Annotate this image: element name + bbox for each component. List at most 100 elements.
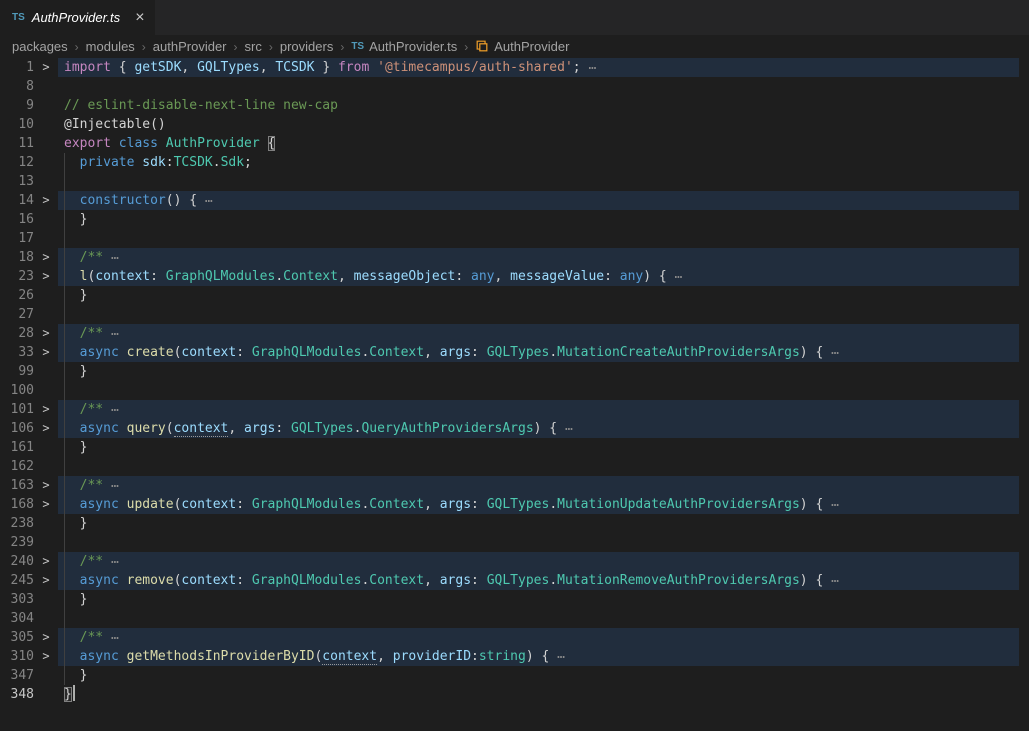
code-line-content[interactable]: async update(context: GraphQLModules.Con… bbox=[58, 495, 1019, 514]
breadcrumb-item-authprovider-ts[interactable]: TSAuthProvider.ts bbox=[351, 39, 457, 54]
code-line-content[interactable]: /** … bbox=[58, 324, 1019, 343]
editor-line[interactable]: 168> async update(context: GraphQLModule… bbox=[0, 495, 1029, 514]
code-line-content[interactable]: import { getSDK, GQLTypes, TCSDK } from … bbox=[58, 58, 1019, 77]
code-line-content[interactable]: async remove(context: GraphQLModules.Con… bbox=[58, 571, 1019, 590]
code-line-content[interactable] bbox=[58, 609, 1019, 628]
code-line-content[interactable]: async getMethodsInProviderByID(context, … bbox=[58, 647, 1019, 666]
code-line-content[interactable]: async create(context: GraphQLModules.Con… bbox=[58, 343, 1019, 362]
editor-line[interactable]: 245> async remove(context: GraphQLModule… bbox=[0, 571, 1029, 590]
editor-line[interactable]: 26 } bbox=[0, 286, 1029, 305]
fold-chevron-icon[interactable]: > bbox=[34, 571, 58, 590]
editor-line[interactable]: 33> async create(context: GraphQLModules… bbox=[0, 343, 1029, 362]
fold-chevron-icon[interactable]: > bbox=[34, 628, 58, 647]
fold-chevron-icon[interactable]: > bbox=[34, 267, 58, 286]
editor-line[interactable]: 13 bbox=[0, 172, 1029, 191]
code-line-content[interactable]: /** … bbox=[58, 248, 1019, 267]
fold-chevron-icon[interactable]: > bbox=[34, 343, 58, 362]
code-line-content[interactable]: l(context: GraphQLModules.Context, messa… bbox=[58, 267, 1019, 286]
editor-line[interactable]: 1>import { getSDK, GQLTypes, TCSDK } fro… bbox=[0, 58, 1029, 77]
code-line-content[interactable]: // eslint-disable-next-line new-cap bbox=[58, 96, 1019, 115]
code-line-content[interactable]: } bbox=[58, 210, 1019, 229]
line-number: 13 bbox=[0, 172, 34, 191]
code-line-content[interactable]: } bbox=[58, 438, 1019, 457]
code-line-content[interactable] bbox=[58, 77, 1019, 96]
editor-line[interactable]: 239 bbox=[0, 533, 1029, 552]
code-line-content[interactable] bbox=[58, 305, 1019, 324]
code-line-content[interactable]: async query(context, args: GQLTypes.Quer… bbox=[58, 419, 1019, 438]
editor-line[interactable]: 304 bbox=[0, 609, 1029, 628]
close-icon[interactable]: × bbox=[135, 10, 144, 26]
code-line-content[interactable]: export class AuthProvider { bbox=[58, 134, 1019, 153]
breadcrumb-item-providers[interactable]: providers bbox=[280, 39, 333, 54]
editor-line[interactable]: 17 bbox=[0, 229, 1029, 248]
editor-line[interactable]: 11export class AuthProvider { bbox=[0, 134, 1029, 153]
code-token: … bbox=[111, 552, 120, 567]
editor-line[interactable]: 12 private sdk:TCSDK.Sdk; bbox=[0, 153, 1029, 172]
code-line-content[interactable]: } bbox=[58, 685, 1019, 704]
fold-chevron-icon[interactable]: > bbox=[34, 248, 58, 267]
breadcrumb-item-modules[interactable]: modules bbox=[86, 39, 135, 54]
editor-line[interactable]: 305> /** … bbox=[0, 628, 1029, 647]
editor-line[interactable]: 100 bbox=[0, 381, 1029, 400]
editor-line[interactable]: 101> /** … bbox=[0, 400, 1029, 419]
tab-authprovider[interactable]: TS AuthProvider.ts × bbox=[0, 0, 155, 35]
fold-chevron-icon[interactable]: > bbox=[34, 400, 58, 419]
fold-chevron-icon[interactable]: > bbox=[34, 58, 58, 77]
fold-chevron-icon[interactable]: > bbox=[34, 419, 58, 438]
fold-chevron-icon[interactable]: > bbox=[34, 191, 58, 210]
editor-line[interactable]: 23> l(context: GraphQLModules.Context, m… bbox=[0, 267, 1029, 286]
editor-line[interactable]: 238 } bbox=[0, 514, 1029, 533]
fold-chevron-icon[interactable]: > bbox=[34, 495, 58, 514]
editor-line[interactable]: 106> async query(context, args: GQLTypes… bbox=[0, 419, 1029, 438]
editor-line[interactable]: 8 bbox=[0, 77, 1029, 96]
code-line-content[interactable]: /** … bbox=[58, 628, 1019, 647]
editor-line[interactable]: 14> constructor() { … bbox=[0, 191, 1029, 210]
code-line-content[interactable]: /** … bbox=[58, 552, 1019, 571]
editor-line[interactable]: 163> /** … bbox=[0, 476, 1029, 495]
fold-chevron-icon[interactable]: > bbox=[34, 647, 58, 666]
code-line-content[interactable]: } bbox=[58, 666, 1019, 685]
editor-line[interactable]: 303 } bbox=[0, 590, 1029, 609]
fold-chevron-icon[interactable]: > bbox=[34, 476, 58, 495]
code-line-content[interactable]: /** … bbox=[58, 400, 1019, 419]
editor-line[interactable]: 162 bbox=[0, 457, 1029, 476]
code-line-content[interactable]: private sdk:TCSDK.Sdk; bbox=[58, 153, 1019, 172]
code-line-content[interactable]: } bbox=[58, 286, 1019, 305]
code-line-content[interactable] bbox=[58, 457, 1019, 476]
editor-line[interactable]: 16 } bbox=[0, 210, 1029, 229]
editor-line[interactable]: 310> async getMethodsInProviderByID(cont… bbox=[0, 647, 1029, 666]
breadcrumb-item-authprovider[interactable]: AuthProvider bbox=[475, 39, 569, 54]
editor-line[interactable]: 240> /** … bbox=[0, 552, 1029, 571]
code-token: context bbox=[95, 269, 150, 284]
editor-line[interactable]: 348} bbox=[0, 685, 1029, 704]
line-number: 10 bbox=[0, 115, 34, 134]
editor-line[interactable]: 9// eslint-disable-next-line new-cap bbox=[0, 96, 1029, 115]
code-token bbox=[64, 573, 80, 588]
code-line-content[interactable]: constructor() { … bbox=[58, 191, 1019, 210]
editor-line[interactable]: 10 @Injectable() bbox=[0, 115, 1029, 134]
code-line-content[interactable] bbox=[58, 229, 1019, 248]
code-line-content[interactable] bbox=[58, 172, 1019, 191]
code-line-content[interactable] bbox=[58, 381, 1019, 400]
fold-chevron-icon[interactable]: > bbox=[34, 552, 58, 571]
editor-line[interactable]: 18> /** … bbox=[0, 248, 1029, 267]
code-line-content[interactable] bbox=[58, 533, 1019, 552]
editor-line[interactable]: 99 } bbox=[0, 362, 1029, 381]
editor-line[interactable]: 161 } bbox=[0, 438, 1029, 457]
code-line-content[interactable]: } bbox=[58, 362, 1019, 381]
code-line-content[interactable]: } bbox=[58, 514, 1019, 533]
code-token: } bbox=[64, 440, 87, 455]
editor-line[interactable]: 347 } bbox=[0, 666, 1029, 685]
code-line-content[interactable]: } bbox=[58, 590, 1019, 609]
editor-line[interactable]: 27 bbox=[0, 305, 1029, 324]
code-line-content[interactable]: /** … bbox=[58, 476, 1019, 495]
code-token: } bbox=[64, 212, 87, 227]
fold-chevron-icon[interactable]: > bbox=[34, 324, 58, 343]
breadcrumb-item-authprovider[interactable]: authProvider bbox=[153, 39, 227, 54]
editor-line[interactable]: 28> /** … bbox=[0, 324, 1029, 343]
breadcrumb-item-src[interactable]: src bbox=[245, 39, 262, 54]
gutter: 106> bbox=[0, 419, 58, 438]
code-line-content[interactable]: @Injectable() bbox=[58, 115, 1019, 134]
breadcrumb-item-packages[interactable]: packages bbox=[12, 39, 68, 54]
code-editor[interactable]: 1>import { getSDK, GQLTypes, TCSDK } fro… bbox=[0, 58, 1029, 704]
